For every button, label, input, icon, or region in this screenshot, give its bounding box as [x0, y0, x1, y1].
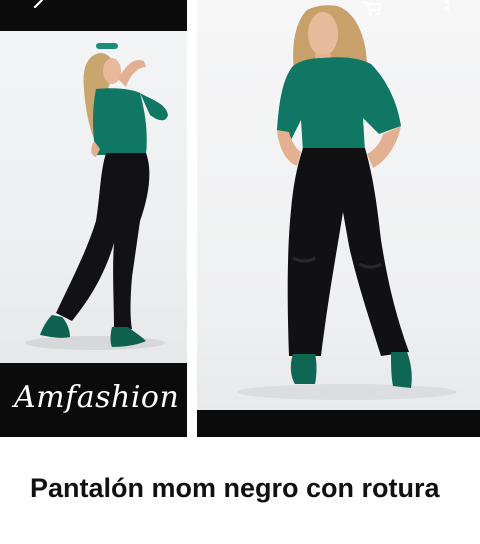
studio-backdrop: [197, 0, 480, 410]
brand-logo: Amfashion: [14, 380, 180, 415]
studio-backdrop: [0, 31, 187, 363]
model-front-view-figure: [237, 5, 457, 400]
product-photo-front-view[interactable]: [197, 0, 480, 437]
model-side-view-figure: [25, 43, 168, 350]
cart-icon[interactable]: [360, 0, 384, 16]
product-photo-side-view[interactable]: Amfashion: [0, 0, 187, 437]
chevron-left-icon[interactable]: [26, 0, 50, 16]
product-page: Amfashion Pantalón mom negro con rotura: [0, 0, 480, 544]
more-vertical-icon[interactable]: [437, 0, 461, 16]
product-image-gallery[interactable]: Amfashion: [0, 0, 480, 437]
product-title: Pantalón mom negro con rotura: [30, 473, 440, 503]
